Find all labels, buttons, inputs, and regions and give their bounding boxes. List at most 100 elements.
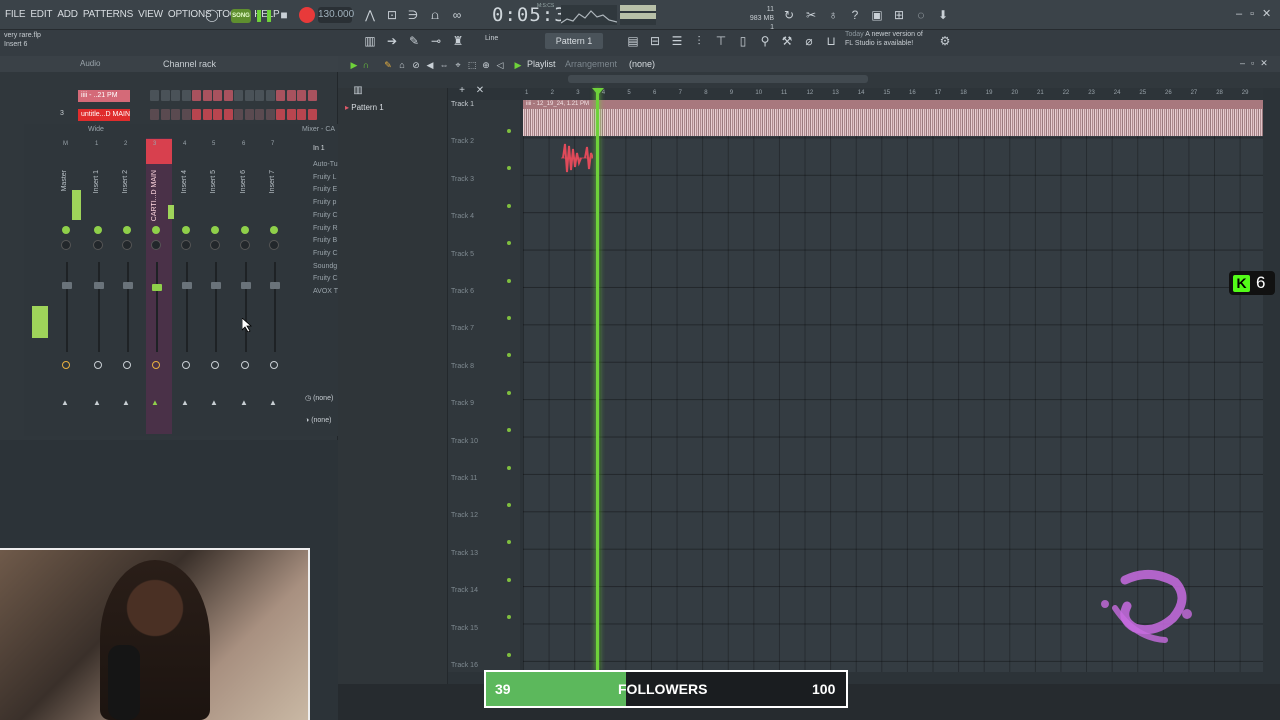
pan-knob[interactable] — [94, 226, 102, 234]
track-label[interactable]: Track 2 — [451, 138, 474, 145]
track-label[interactable]: Track 13 — [451, 550, 478, 557]
volume-fader-handle[interactable] — [152, 284, 162, 291]
volume-fader-handle[interactable] — [211, 282, 221, 289]
link-icon[interactable]: ⊸ — [428, 33, 444, 49]
step-pad[interactable] — [150, 90, 159, 101]
volume-fader-handle[interactable] — [270, 282, 280, 289]
step-pad[interactable] — [265, 90, 275, 101]
strip-label[interactable]: Insert 6 — [240, 170, 247, 193]
volume-fader-track[interactable] — [215, 262, 217, 352]
volume-fader-handle[interactable] — [123, 282, 133, 289]
step-pad[interactable] — [244, 109, 254, 120]
song-mode-toggle[interactable]: SONG — [231, 9, 251, 23]
menu-view[interactable]: VIEW — [138, 9, 163, 20]
news-panel[interactable]: Today A newer version of FL Studio is av… — [845, 30, 923, 48]
track-mute-indicator[interactable] — [507, 129, 511, 133]
step-pad[interactable] — [234, 90, 243, 101]
refresh-icon[interactable]: ↻ — [781, 7, 797, 23]
track-mute-indicator[interactable] — [507, 503, 511, 507]
audio-clip-header[interactable] — [523, 100, 1263, 109]
stereo-knob[interactable] — [210, 240, 220, 250]
step-pad[interactable] — [276, 90, 285, 101]
volume-fader-track[interactable] — [245, 262, 247, 352]
route-arrow-icon[interactable]: ▲ — [240, 398, 248, 407]
timeline-ruler[interactable] — [523, 88, 1263, 100]
track-mute-indicator[interactable] — [507, 465, 511, 470]
step-pad[interactable] — [171, 109, 180, 120]
step-pad[interactable] — [223, 90, 233, 101]
fx-enable-icon[interactable] — [94, 361, 102, 369]
playhead[interactable] — [596, 88, 599, 672]
mixer-icon[interactable]: ⫶ — [691, 33, 707, 49]
arrangement-name[interactable]: Arrangement — [565, 59, 617, 69]
volume-fader-handle[interactable] — [62, 282, 72, 289]
arrow-right-icon[interactable]: ➔ — [384, 33, 400, 49]
pan-knob[interactable] — [270, 226, 278, 234]
step-pad[interactable] — [297, 109, 306, 120]
effect-slot[interactable]: Fruity C — [313, 212, 338, 219]
route-arrow-icon[interactable]: ▲ — [181, 398, 189, 407]
menu-file[interactable]: FILE — [5, 9, 26, 20]
pan-knob[interactable] — [182, 226, 190, 234]
track-mute-indicator[interactable] — [507, 652, 511, 657]
track-label[interactable]: Track 14 — [451, 587, 478, 594]
pattern-song-toggle-icon[interactable]: ◯ — [204, 7, 220, 23]
effect-slot[interactable]: Fruity R — [313, 225, 338, 232]
chat-icon[interactable]: ◌ — [913, 7, 929, 23]
stop-icon[interactable]: ■ — [276, 7, 292, 23]
volume-fader-handle[interactable] — [241, 282, 251, 289]
mixer-input[interactable]: In 1 — [313, 145, 325, 152]
step-pad[interactable] — [160, 109, 170, 120]
step-pad[interactable] — [202, 109, 212, 120]
fx-enable-icon[interactable] — [211, 361, 219, 369]
pan-knob[interactable] — [211, 226, 219, 234]
pan-knob[interactable] — [62, 226, 70, 234]
send-slot[interactable]: ◷ (none) — [305, 391, 338, 407]
stereo-knob[interactable] — [269, 240, 279, 250]
track-label[interactable]: Track 12 — [451, 512, 478, 519]
paint-icon[interactable]: ⌀ — [801, 33, 817, 49]
speaker-icon[interactable]: ◁ — [492, 57, 508, 73]
track-mute-indicator[interactable] — [507, 577, 511, 582]
strip-label[interactable]: Insert 7 — [269, 170, 276, 193]
strip-label[interactable]: Insert 4 — [181, 170, 188, 193]
wait-input-icon[interactable]: ⊡ — [384, 7, 400, 23]
channel-filter[interactable]: Audio — [80, 59, 100, 68]
fx-enable-icon[interactable] — [62, 361, 70, 369]
clip-selection[interactable]: (none) — [629, 59, 655, 69]
pan-knob[interactable] — [241, 226, 249, 234]
fx-enable-icon[interactable] — [182, 361, 190, 369]
stereo-knob[interactable] — [181, 240, 191, 250]
save-icon[interactable]: ▣ — [869, 7, 885, 23]
stamp-icon[interactable]: ♜ — [450, 33, 466, 49]
pencil-icon[interactable]: ✎ — [406, 33, 422, 49]
track-label[interactable]: Track 8 — [451, 363, 474, 370]
channel-button[interactable]: untitle...D MAIN — [78, 109, 130, 121]
route-arrow-icon[interactable]: ▲ — [151, 398, 159, 407]
pattern-clip[interactable] — [561, 141, 593, 175]
volume-fader-track[interactable] — [98, 262, 100, 352]
cart-icon[interactable]: ⊔ — [823, 33, 839, 49]
camera-icon[interactable]: ▤ — [625, 33, 641, 49]
step-pad[interactable] — [160, 90, 170, 101]
gear-icon[interactable]: ⚙ — [937, 33, 953, 49]
route-arrow-icon[interactable]: ▲ — [93, 398, 101, 407]
step-pad[interactable] — [181, 90, 191, 101]
menu-patterns[interactable]: PATTERNS — [83, 9, 133, 20]
fx-enable-icon[interactable] — [123, 361, 131, 369]
tracks-icon[interactable]: ⊟ — [647, 33, 663, 49]
volume-fader-track[interactable] — [66, 262, 68, 352]
channel-button[interactable]: iiii - ..21 PM — [78, 90, 130, 102]
pan-knob[interactable] — [152, 226, 160, 234]
volume-fader-track[interactable] — [186, 262, 188, 352]
track-mute-indicator[interactable] — [507, 203, 511, 208]
step-pad[interactable] — [255, 109, 264, 120]
add-track-icon[interactable]: + — [454, 83, 470, 99]
channel-mixer-number[interactable]: 3 — [60, 110, 64, 117]
step-pad[interactable] — [234, 109, 243, 120]
step-pad[interactable] — [286, 109, 296, 120]
vertical-scrollbar[interactable] — [1263, 88, 1280, 678]
effect-slot[interactable]: Auto-Tu — [313, 161, 338, 168]
countdown-icon[interactable]: ∋ — [405, 7, 421, 23]
record-button[interactable] — [299, 7, 315, 23]
